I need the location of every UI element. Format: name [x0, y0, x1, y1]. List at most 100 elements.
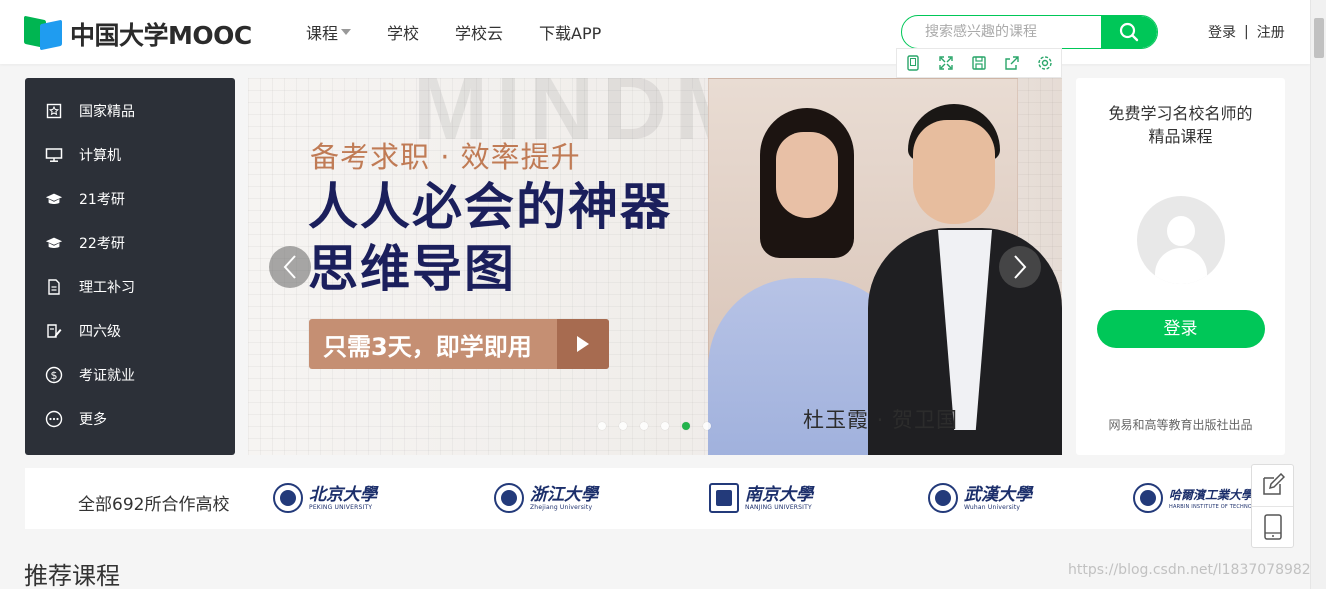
university-name-en: Zhejiang University: [530, 503, 593, 511]
banner-subtitle: 备考求职 · 效率提升: [310, 140, 581, 174]
sidebar-item-more[interactable]: 更多: [25, 397, 235, 441]
login-card-title-line: 免费学习名校名师的: [1108, 104, 1253, 123]
recommended-courses-heading: 推荐课程: [24, 562, 120, 589]
nav-label: 课程: [306, 24, 339, 43]
page-scrollbar[interactable]: [1310, 0, 1326, 589]
dollar-icon: $: [45, 366, 63, 384]
sidebar-item-label: 21考研: [79, 192, 125, 208]
banner-next-button[interactable]: [999, 246, 1041, 288]
partners-count-link[interactable]: 全部692所合作高校: [78, 490, 229, 515]
banner-title: 人人必会的神器 思维导图: [308, 176, 672, 300]
banner-cta-button[interactable]: 只需3天，即学即用: [309, 319, 609, 369]
svg-text:$: $: [51, 369, 58, 382]
fullscreen-icon[interactable]: [937, 54, 955, 72]
default-avatar-icon: [1136, 196, 1225, 284]
banner-dot[interactable]: [640, 422, 648, 430]
university-seal-icon: [1133, 483, 1163, 513]
university-name: 南京大學: [745, 484, 813, 505]
university-logo-hit[interactable]: 哈爾濱工業大學 HARBIN INSTITUTE OF TECHNOLOGY: [1133, 483, 1266, 513]
graduation-cap-icon: [45, 234, 63, 252]
register-link[interactable]: 注册: [1257, 22, 1285, 42]
sidebar-item-cet[interactable]: 四六级: [25, 309, 235, 353]
search-button[interactable]: [1101, 16, 1157, 48]
sidebar-item-science-tutoring[interactable]: 理工补习: [25, 265, 235, 309]
nav-label: 学校: [387, 24, 420, 43]
sidebar-item-kaoyan-22[interactable]: 22考研: [25, 221, 235, 265]
sidebar-item-certificate-job[interactable]: $ 考证就业: [25, 353, 235, 397]
nav-label: 下载APP: [539, 24, 602, 43]
university-seal-icon: [494, 483, 524, 513]
sidebar-item-kaoyan-21[interactable]: 21考研: [25, 177, 235, 221]
category-sidebar: 国家精品 计算机 21考研 22考研 理工补习 四六级 $ 考证就业 更多: [25, 78, 235, 455]
university-name: 浙江大學: [530, 484, 598, 505]
search-input[interactable]: [902, 16, 1104, 48]
main-nav: 课程 学校 学校云 下载APP: [306, 20, 637, 44]
star-badge-icon: [45, 102, 63, 120]
university-seal-icon: [273, 483, 303, 513]
banner-cta-label: 只需3天，即学即用: [323, 332, 532, 361]
floating-toolbar: [896, 48, 1062, 78]
tablet-icon: [1263, 514, 1282, 540]
sidebar-item-national-quality[interactable]: 国家精品: [25, 89, 235, 133]
login-button[interactable]: 登录: [1096, 310, 1265, 348]
banner-title-line: 思维导图: [308, 240, 516, 298]
logo-mark-icon: [24, 15, 64, 51]
banner-dot[interactable]: [703, 422, 711, 430]
banner-dot[interactable]: [619, 422, 627, 430]
edit-icon: [45, 322, 63, 340]
graduation-cap-icon: [45, 190, 63, 208]
university-logo-zju[interactable]: 浙江大學 Zhejiang University: [494, 483, 598, 513]
partner-universities-bar: 全部692所合作高校 北京大學 PEKING UNIVERSITY 浙江大學 Z…: [25, 468, 1285, 529]
university-logo-whu[interactable]: 武漢大學 Wuhan University: [928, 483, 1032, 513]
banner-pagination: [598, 422, 711, 430]
phone-icon[interactable]: [904, 54, 922, 72]
watermark: https://blog.csdn.net/l18370789822: [1068, 562, 1320, 578]
chevron-down-icon: [341, 29, 352, 35]
sidebar-item-computer[interactable]: 计算机: [25, 133, 235, 177]
hero-banner[interactable]: MINDMAP 备考求职 · 效率提升 人人必会的神器 思维导图 只需3天，即学…: [248, 78, 1062, 455]
nav-item-school-cloud[interactable]: 学校云: [455, 20, 503, 44]
nav-item-schools[interactable]: 学校: [387, 20, 419, 44]
sidebar-item-label: 考证就业: [79, 368, 135, 384]
auth-links: 登录 | 注册: [1208, 22, 1285, 42]
right-floating-panel: [1251, 464, 1294, 548]
share-icon[interactable]: [1003, 54, 1021, 72]
nav-item-courses[interactable]: 课程: [306, 20, 352, 44]
university-name-en: PEKING UNIVERSITY: [309, 503, 373, 511]
university-logo-nju[interactable]: 南京大學 NANJING UNIVERSITY: [709, 483, 813, 513]
university-seal-icon: [928, 483, 958, 513]
settings-icon[interactable]: [1036, 54, 1054, 72]
university-seal-icon: [709, 483, 739, 513]
chevron-left-icon: [283, 255, 296, 279]
play-icon: [557, 319, 609, 369]
nav-item-download-app[interactable]: 下载APP: [539, 20, 601, 44]
university-logo-pku[interactable]: 北京大學 PEKING UNIVERSITY: [273, 483, 377, 513]
presenter-male-face: [913, 120, 995, 224]
save-icon[interactable]: [970, 54, 988, 72]
banner-dot[interactable]: [661, 422, 669, 430]
logo-text: 中国大学MOOC: [70, 21, 252, 50]
scrollbar-thumb[interactable]: [1314, 18, 1324, 58]
more-icon: [45, 410, 63, 428]
sidebar-item-label: 计算机: [79, 148, 121, 164]
university-name: 武漢大學: [964, 484, 1032, 505]
banner-dot[interactable]: [598, 422, 606, 430]
login-card-footer: 网易和高等教育出版社出品: [1108, 418, 1253, 432]
login-link[interactable]: 登录: [1208, 22, 1236, 42]
search-icon: [1119, 22, 1139, 42]
university-name: 北京大學: [309, 484, 377, 505]
banner-dot[interactable]: [682, 422, 690, 430]
auth-separator: |: [1244, 24, 1249, 40]
nav-label: 学校云: [455, 24, 504, 43]
banner-prev-button[interactable]: [269, 246, 311, 288]
sidebar-item-label: 22考研: [79, 236, 125, 252]
search-box: [901, 15, 1158, 49]
mobile-app-button[interactable]: [1252, 505, 1293, 548]
login-card-title-line: 精品课程: [1148, 127, 1213, 146]
feedback-button[interactable]: [1252, 465, 1293, 506]
site-logo[interactable]: 中国大学MOOC: [24, 15, 252, 52]
university-name-en: NANJING UNIVERSITY: [745, 503, 812, 511]
sidebar-item-label: 理工补习: [79, 280, 135, 296]
login-card: 免费学习名校名师的 精品课程 登录 网易和高等教育出版社出品: [1076, 78, 1285, 455]
monitor-icon: [45, 146, 63, 164]
